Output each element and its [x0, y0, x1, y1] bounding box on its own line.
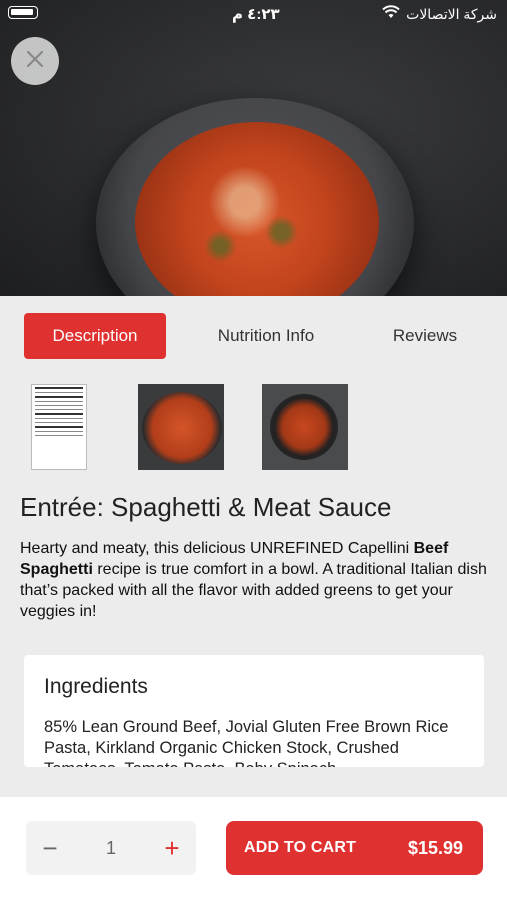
tab-reviews[interactable]: Reviews: [370, 313, 480, 359]
minus-icon[interactable]: −: [26, 821, 74, 875]
ingredients-title: Ingredients: [44, 675, 148, 698]
price: $15.99: [407, 838, 463, 858]
ingredients-text: 85% Lean Ground Beef, Jovial Gluten Free…: [44, 718, 449, 767]
close-button[interactable]: [11, 37, 59, 85]
tab-description[interactable]: Description: [24, 313, 166, 359]
add-to-cart-button[interactable]: ADD TO CART $15.99: [226, 821, 483, 875]
product-title: Entrée: Spaghetti & Meat Sauce: [20, 492, 392, 522]
quantity-stepper: − 1 +: [26, 821, 196, 875]
status-bar: ٤:٢٣ م شركة الاتصالات: [0, 0, 507, 30]
ingredients-card: Ingredients 85% Lean Ground Beef, Jovial…: [24, 655, 484, 767]
nutrition-facts-thumbnail[interactable]: [31, 384, 87, 470]
description-text-1: Hearty and meaty, this delicious UNREFIN…: [20, 540, 414, 557]
product-tabs: Description Nutrition Info Reviews: [24, 313, 484, 359]
wifi-icon: [382, 5, 400, 23]
tab-nutrition-info[interactable]: Nutrition Info: [194, 313, 338, 359]
bottom-bar: − 1 + ADD TO CART $15.99: [0, 797, 507, 900]
status-time: ٤:٢٣ م: [232, 6, 280, 23]
product-thumbnail-2[interactable]: [262, 384, 348, 470]
add-to-cart-label: ADD TO CART: [244, 839, 357, 856]
product-hero-image: ٤:٢٣ م شركة الاتصالات: [0, 0, 507, 296]
product-description: Hearty and meaty, this delicious UNREFIN…: [20, 538, 490, 622]
plus-icon[interactable]: +: [148, 821, 196, 875]
product-thumbnail-1[interactable]: [138, 384, 224, 470]
battery-icon: [8, 6, 38, 19]
close-icon: [25, 49, 45, 74]
quantity-value: 1: [105, 837, 116, 858]
carrier-name: شركة الاتصالات: [406, 5, 497, 22]
